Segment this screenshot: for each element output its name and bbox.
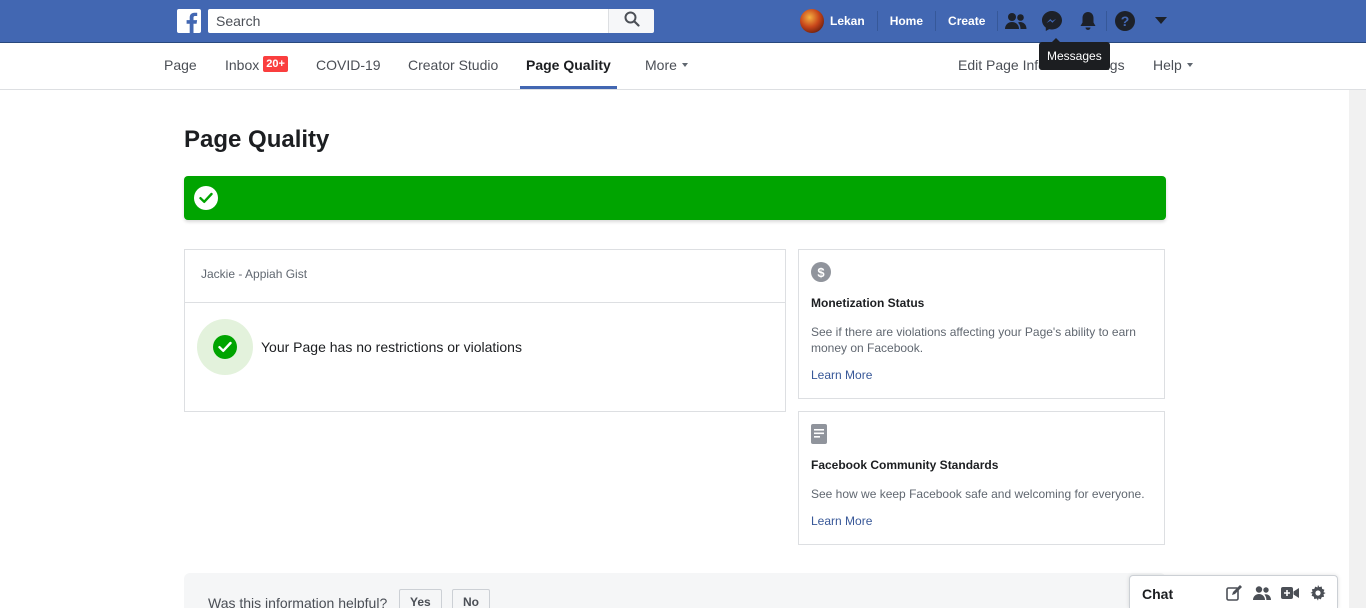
page-title: Page Quality [184,126,330,153]
document-icon [811,424,831,444]
friends-icon[interactable] [998,0,1034,42]
divider [185,302,785,303]
compose-icon[interactable] [1225,585,1243,601]
check-icon [194,186,218,210]
dollar-icon: $ [811,262,831,282]
gear-icon[interactable] [1309,585,1327,601]
tab-more[interactable]: More [645,43,688,89]
help-icon[interactable]: ? [1107,0,1143,42]
tab-more-label: More [645,57,677,73]
group-icon[interactable] [1253,585,1271,601]
learn-more-link[interactable]: Learn More [811,368,1152,382]
card-description: See if there are violations affecting yo… [811,325,1136,355]
community-standards-card: Facebook Community Standards See how we … [798,411,1165,545]
page-status-card: Jackie - Appiah Gist Your Page has no re… [184,249,786,412]
no-button[interactable]: No [452,589,490,608]
tab-inbox[interactable]: Inbox 20+ [225,43,288,89]
scrollbar[interactable] [1349,90,1366,608]
svg-text:?: ? [1121,13,1130,29]
learn-more-link[interactable]: Learn More [811,514,1152,528]
tab-edit-page-info[interactable]: Edit Page Info [958,43,1042,89]
check-icon [213,335,237,359]
yes-button[interactable]: Yes [399,589,442,608]
chat-actions [1225,585,1327,601]
search-button[interactable] [608,9,654,33]
chat-label: Chat [1142,586,1174,602]
tab-page-quality[interactable]: Page Quality [520,43,617,89]
top-nav-right: Lekan Home Create ? [800,0,1179,42]
account-menu-caret-icon[interactable] [1143,0,1179,42]
create-link[interactable]: Create [936,14,997,28]
monetization-status-card: $ Monetization Status See if there are v… [798,249,1165,399]
search-icon [624,11,640,32]
messages-tooltip: Messages [1039,38,1110,70]
card-description: See how we keep Facebook safe and welcom… [811,487,1145,501]
tab-creator-studio[interactable]: Creator Studio [408,43,498,89]
notifications-icon[interactable] [1070,0,1106,42]
chevron-down-icon [681,63,688,67]
video-call-icon[interactable] [1281,585,1299,601]
chat-bar[interactable]: Chat [1129,575,1338,608]
card-title: Monetization Status [811,296,925,310]
feedback-bar: Was this information helpful? Yes No [184,573,1166,608]
avatar[interactable] [800,9,824,33]
messenger-icon[interactable] [1034,0,1070,42]
search-input[interactable] [216,10,600,32]
profile-link[interactable]: Lekan [830,14,877,28]
tab-inbox-label: Inbox [225,57,260,73]
status-banner [184,176,1166,220]
tab-covid-19[interactable]: COVID-19 [316,43,381,89]
status-indicator [197,319,253,375]
home-link[interactable]: Home [878,14,935,28]
facebook-logo-icon[interactable] [177,9,201,33]
inbox-count-badge: 20+ [263,56,288,72]
svg-text:$: $ [817,265,825,280]
search-field[interactable] [208,9,608,33]
feedback-question: Was this information helpful? [208,595,388,608]
tab-page[interactable]: Page [164,43,197,89]
tab-help[interactable]: Help [1153,43,1193,89]
page-tabs: Page Inbox 20+ COVID-19 Creator Studio Pa… [0,43,1366,90]
top-navigation-bar: Lekan Home Create ? [0,0,1366,43]
card-title: Facebook Community Standards [811,458,999,472]
page-name: Jackie - Appiah Gist [201,267,308,281]
tab-help-label: Help [1153,57,1182,73]
chevron-down-icon [1186,63,1193,67]
status-message: Your Page has no restrictions or violati… [261,339,522,355]
